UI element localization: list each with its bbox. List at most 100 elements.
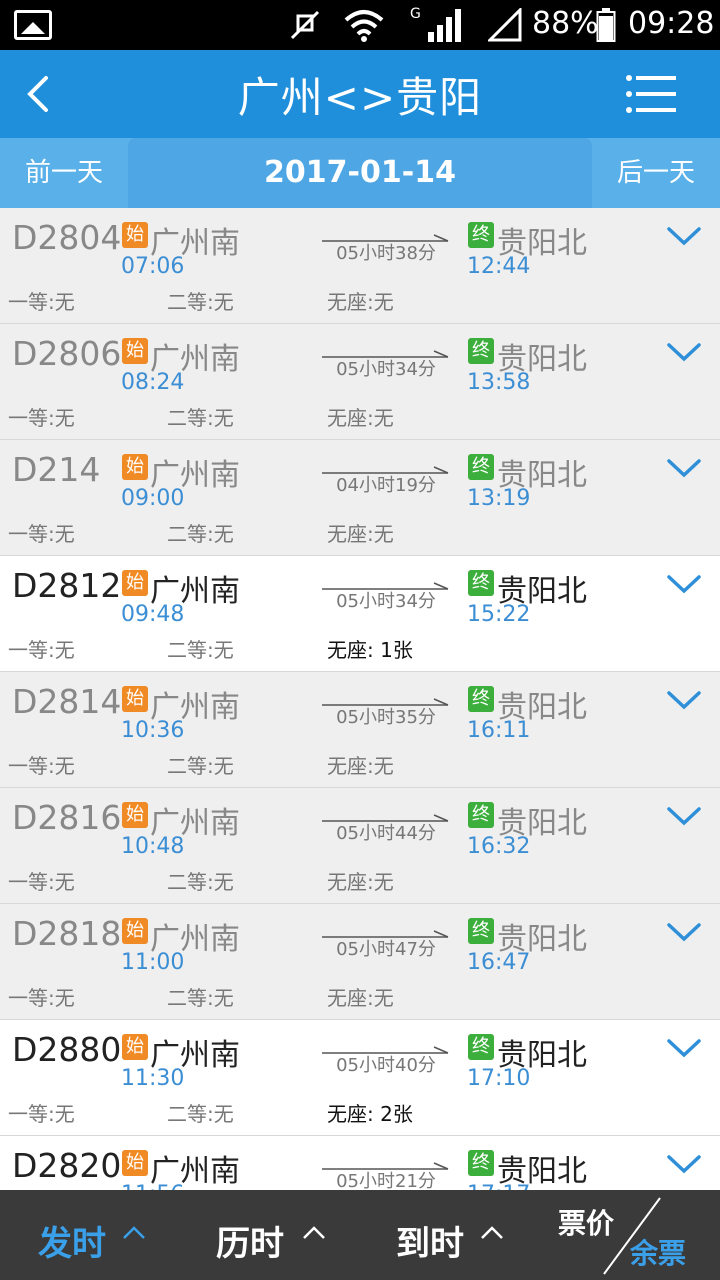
start-station-badge: 始 <box>122 1150 148 1176</box>
sort-arrival-label: 到时 <box>396 1224 464 1264</box>
train-number: D2806 <box>12 334 122 373</box>
standing-seats: 无座:无 <box>327 986 394 1010</box>
arrival-time: 16:11 <box>467 718 531 743</box>
departure-time: 07:06 <box>121 254 185 279</box>
first-class-seats: 一等:无 <box>8 290 75 314</box>
travel-duration: 05小时34分 <box>336 359 436 380</box>
end-station-badge: 终 <box>468 686 494 712</box>
second-class-seats: 二等:无 <box>167 406 234 430</box>
travel-duration: 05小时40分 <box>336 1055 436 1076</box>
status-clock: 09:28 <box>628 6 715 41</box>
train-number: D214 <box>12 450 101 489</box>
first-class-seats: 一等:无 <box>8 1102 75 1126</box>
train-number: D2820 <box>12 1146 122 1185</box>
chevron-down-icon[interactable] <box>666 224 702 248</box>
cell-signal-icon <box>428 9 461 42</box>
train-row[interactable]: D2816 始 广州南 10:48 05小时44分 终 贵阳北 16:32 一等… <box>0 788 720 904</box>
status-bar: G 88% 09:28 <box>0 0 720 50</box>
standing-seats: 无座:无 <box>327 290 394 314</box>
second-class-seats: 二等:无 <box>167 522 234 546</box>
second-class-seats: 二等:无 <box>167 754 234 778</box>
page-title: 广州<>贵阳 <box>237 73 483 122</box>
train-row[interactable]: D2814 始 广州南 10:36 05小时35分 终 贵阳北 16:11 一等… <box>0 672 720 788</box>
start-station-badge: 始 <box>122 918 148 944</box>
second-class-seats: 二等:无 <box>167 290 234 314</box>
first-class-seats: 一等:无 <box>8 986 75 1010</box>
standing-seats: 无座: 1张 <box>327 638 413 662</box>
chevron-down-icon[interactable] <box>666 920 702 944</box>
train-number: D2812 <box>12 566 122 605</box>
second-class-seats: 二等:无 <box>167 638 234 662</box>
next-day-button[interactable]: 后一天 <box>592 138 720 208</box>
chevron-down-icon[interactable] <box>666 1036 702 1060</box>
standing-seats: 无座:无 <box>327 870 394 894</box>
chevron-down-icon[interactable] <box>666 688 702 712</box>
chevron-down-icon[interactable] <box>666 1152 702 1176</box>
first-class-seats: 一等:无 <box>8 754 75 778</box>
end-station-badge: 终 <box>468 1150 494 1176</box>
departure-time: 11:00 <box>121 950 185 975</box>
departure-time: 09:00 <box>121 486 185 511</box>
first-class-seats: 一等:无 <box>8 406 75 430</box>
selected-date[interactable]: 2017-01-14 <box>128 138 592 208</box>
start-station-badge: 始 <box>122 1034 148 1060</box>
train-row[interactable]: D2806 始 广州南 08:24 05小时34分 终 贵阳北 13:58 一等… <box>0 324 720 440</box>
departure-time: 08:24 <box>121 370 185 395</box>
train-row[interactable]: D214 始 广州南 09:00 04小时19分 终 贵阳北 13:19 一等:… <box>0 440 720 556</box>
arrival-time: 16:32 <box>467 834 531 859</box>
second-class-seats: 二等:无 <box>167 986 234 1010</box>
train-number: D2816 <box>12 798 122 837</box>
standing-seats: 无座:无 <box>327 522 394 546</box>
sort-by-arrival-button[interactable]: 到时 <box>0 1190 540 1280</box>
network-type-label: G <box>410 6 421 22</box>
standing-seats: 无座:无 <box>327 406 394 430</box>
arrival-time: 16:47 <box>467 950 531 975</box>
sort-by-remaining-button[interactable]: 余票 <box>630 1232 686 1272</box>
arrival-time: 15:22 <box>467 602 531 627</box>
train-row[interactable]: D2804 始 广州南 07:06 05小时38分 终 贵阳北 12:44 一等… <box>0 208 720 324</box>
chevron-down-icon[interactable] <box>666 340 702 364</box>
train-number: D2814 <box>12 682 122 721</box>
end-station-badge: 终 <box>468 918 494 944</box>
end-station-badge: 终 <box>468 338 494 364</box>
prev-day-button[interactable]: 前一天 <box>0 138 128 208</box>
second-class-seats: 二等:无 <box>167 1102 234 1126</box>
travel-duration: 05小时38分 <box>336 243 436 264</box>
train-number: D2880 <box>12 1030 122 1069</box>
departure-time: 10:48 <box>121 834 185 859</box>
chevron-up-icon <box>481 1226 503 1239</box>
travel-duration: 04小时19分 <box>336 475 436 496</box>
arrival-time: 12:44 <box>467 254 531 279</box>
standing-seats: 无座: 2张 <box>327 1102 413 1126</box>
second-class-seats: 二等:无 <box>167 870 234 894</box>
app-header: 广州<>贵阳 <box>0 50 720 138</box>
battery-percent: 88% <box>532 6 599 41</box>
arrival-time: 17:10 <box>467 1066 531 1091</box>
menu-icon[interactable] <box>624 70 680 118</box>
date-bar: 前一天 2017-01-14 后一天 <box>0 138 720 208</box>
departure-time: 10:36 <box>121 718 185 743</box>
standing-seats: 无座:无 <box>327 754 394 778</box>
departure-time: 11:56 <box>121 1182 184 1190</box>
end-station-badge: 终 <box>468 454 494 480</box>
train-row[interactable]: D2880 始 广州南 11:30 05小时40分 终 贵阳北 17:10 一等… <box>0 1020 720 1136</box>
mute-icon <box>290 10 320 40</box>
travel-duration: 05小时34分 <box>336 591 436 612</box>
start-station-badge: 始 <box>122 686 148 712</box>
end-station-badge: 终 <box>468 222 494 248</box>
train-number: D2818 <box>12 914 122 953</box>
first-class-seats: 一等:无 <box>8 870 75 894</box>
chevron-down-icon[interactable] <box>666 456 702 480</box>
chevron-down-icon[interactable] <box>666 804 702 828</box>
battery-icon <box>596 8 616 42</box>
wifi-icon <box>344 10 384 42</box>
train-list[interactable]: D2804 始 广州南 07:06 05小时38分 终 贵阳北 12:44 一等… <box>0 208 720 1190</box>
chevron-down-icon[interactable] <box>666 572 702 596</box>
train-row[interactable]: D2812 始 广州南 09:48 05小时34分 终 贵阳北 15:22 一等… <box>0 556 720 672</box>
train-row[interactable]: D2818 始 广州南 11:00 05小时47分 终 贵阳北 16:47 一等… <box>0 904 720 1020</box>
arrival-time: 17:17 <box>467 1182 530 1190</box>
start-station-badge: 始 <box>122 802 148 828</box>
end-station-badge: 终 <box>468 1034 494 1060</box>
train-row[interactable]: D2820 始 广州南 11:56 05小时21分 终 贵阳北 17:17 一等… <box>0 1136 720 1190</box>
start-station-badge: 始 <box>122 222 148 248</box>
